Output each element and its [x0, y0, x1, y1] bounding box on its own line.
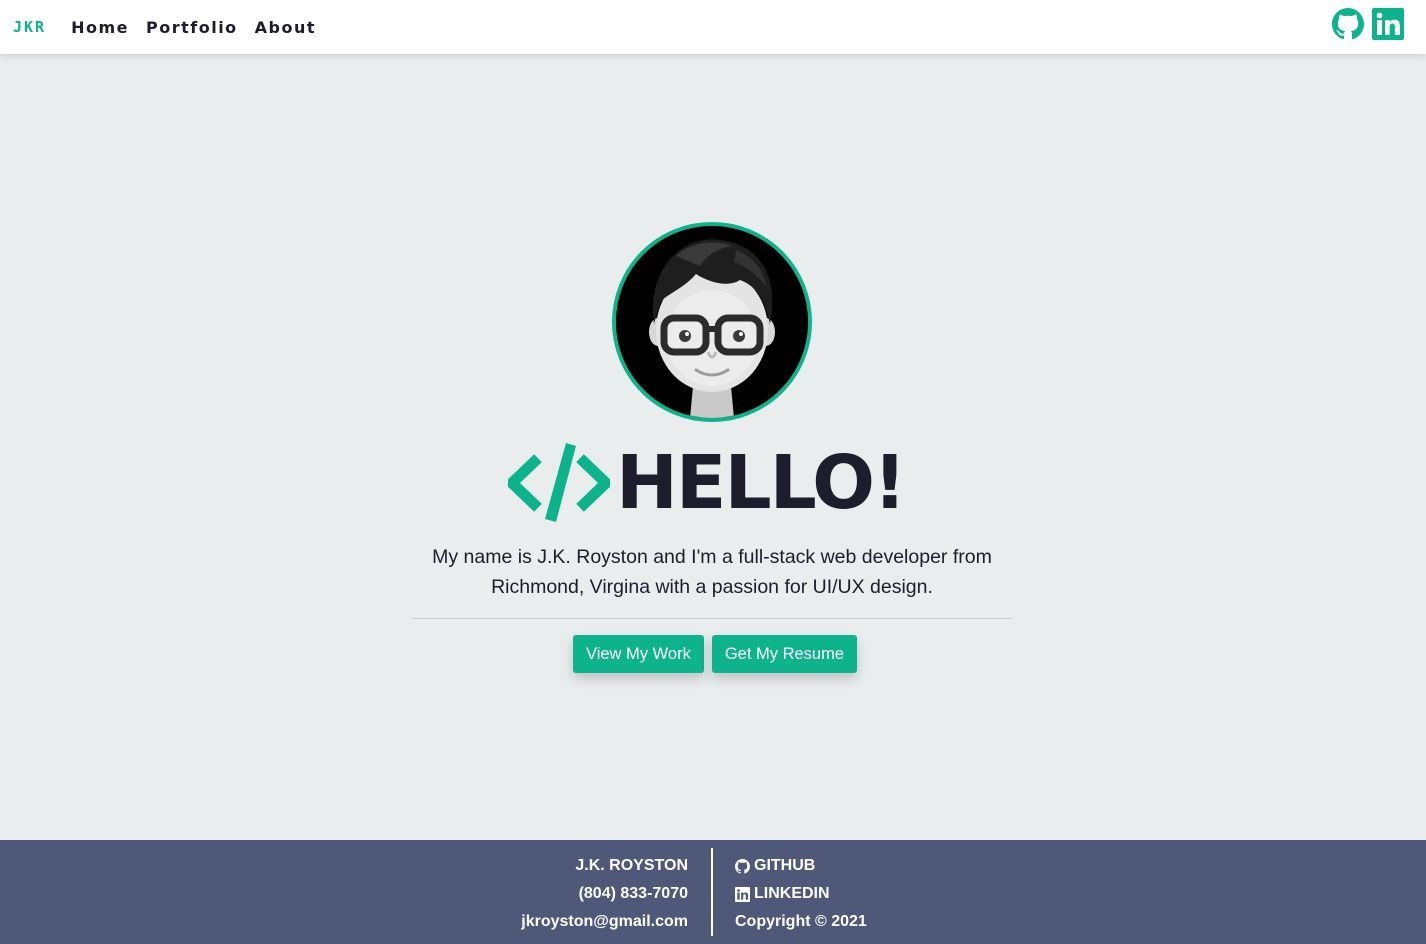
- linkedin-icon: [735, 886, 750, 902]
- get-my-resume-button[interactable]: Get My Resume: [711, 635, 858, 673]
- footer-linkedin-label: LINKEDIN: [754, 885, 830, 902]
- hero-divider: [412, 618, 1012, 619]
- page-title: HELLO!: [616, 440, 907, 526]
- footer-copyright: Copyright © 2021: [735, 913, 867, 930]
- intro-line-2: Richmond, Virgina with a passion for UI/…: [491, 576, 933, 598]
- avatar: [612, 222, 812, 422]
- footer: J.K. ROYSTON (804) 833-7070 jkroyston@gm…: [0, 840, 1426, 944]
- footer-github-label: GITHUB: [754, 857, 816, 874]
- intro-line-1: My name is J.K. Royston and I'm a full-s…: [432, 546, 992, 568]
- navbar: JKR Home Portfolio About: [0, 0, 1426, 54]
- footer-email: jkroyston@gmail.com: [521, 913, 688, 930]
- intro-text: My name is J.K. Royston and I'm a full-s…: [406, 542, 1018, 602]
- github-icon: [735, 858, 750, 874]
- nav-link-portfolio[interactable]: Portfolio: [146, 18, 238, 37]
- linkedin-icon[interactable]: [1372, 8, 1404, 40]
- nav-link-home[interactable]: Home: [71, 18, 129, 37]
- social-links: [1332, 8, 1404, 40]
- memoji-avatar: [616, 226, 808, 418]
- nav-link-about[interactable]: About: [255, 18, 316, 37]
- footer-divider: [711, 848, 713, 936]
- footer-contact: J.K. ROYSTON (804) 833-7070 jkroyston@gm…: [521, 852, 688, 936]
- nav-links: Home Portfolio About: [71, 18, 333, 37]
- github-icon[interactable]: [1332, 8, 1364, 40]
- code-brackets-icon: [508, 443, 610, 522]
- view-my-work-button[interactable]: View My Work: [573, 635, 704, 673]
- footer-name: J.K. ROYSTON: [575, 857, 688, 874]
- footer-phone: (804) 833-7070: [578, 885, 688, 902]
- footer-github-link[interactable]: GITHUB: [735, 852, 867, 880]
- footer-linkedin-link[interactable]: LINKEDIN: [735, 880, 867, 908]
- footer-links: GITHUB LINKEDIN Copyright © 2021: [735, 852, 867, 936]
- hero-buttons: View My Work Get My Resume: [573, 635, 858, 673]
- hello-heading-row: HELLO!: [508, 440, 918, 526]
- hero-section: HELLO! My name is J.K. Royston and I'm a…: [0, 54, 1426, 840]
- brand-logo[interactable]: JKR: [13, 18, 46, 36]
